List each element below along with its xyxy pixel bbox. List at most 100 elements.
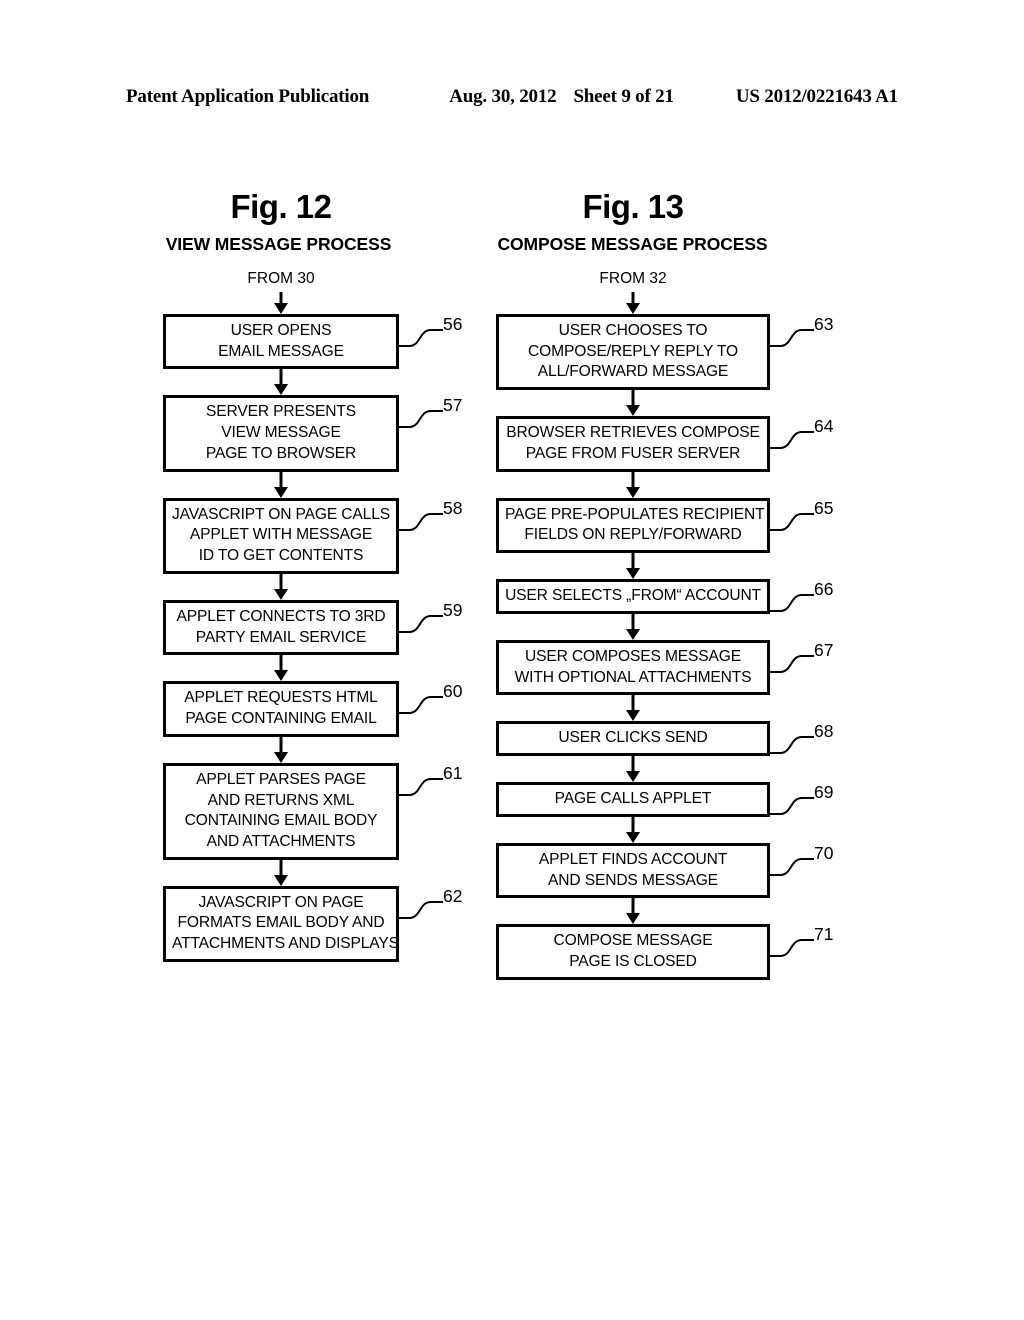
- flow-arrow-icon: [273, 573, 289, 600]
- process-box-line: PAGE CALLS APPLET: [554, 790, 712, 808]
- reference-leader: 57: [399, 397, 475, 441]
- flow-arrow-icon: [273, 859, 289, 886]
- reference-leader: 68: [770, 723, 846, 767]
- reference-number: 69: [814, 782, 834, 803]
- process-box[interactable]: JAVASCRIPT ON PAGE CALLS APPLET WITH MESS…: [163, 497, 399, 574]
- process-box-line: PARTY EMAIL SERVICE: [195, 628, 367, 646]
- process-box-line: USER SELECTS „FROM“ ACCOUNT: [505, 587, 761, 605]
- process-box[interactable]: COMPOSE MESSAGE PAGE IS CLOSED: [496, 924, 770, 980]
- process-box-line: AND ATTACHMENTS: [206, 833, 356, 851]
- leader-line-icon: [399, 512, 443, 531]
- process-step: JAVASCRIPT ON PAGE FORMATS EMAIL BODY AND…: [163, 885, 462, 962]
- process-step: PAGE PRE-POPULATES RECIPIENT FIELDS ON RE…: [496, 497, 833, 554]
- process-box-line: ID TO GET CONTENTS: [198, 547, 364, 565]
- reference-number: 60: [443, 681, 463, 702]
- process-box[interactable]: USER COMPOSES MESSAGE WITH OPTIONAL ATTAC…: [496, 639, 770, 696]
- reference-number: 57: [443, 395, 463, 416]
- process-box-line: JAVASCRIPT ON PAGE: [198, 893, 364, 911]
- reference-leader: 65: [770, 497, 846, 544]
- figure-13-subtitle: COMPOSE MESSAGE PROCESS: [497, 234, 768, 254]
- patent-page-header: Patent Application Publication Aug. 30, …: [126, 86, 898, 108]
- reference-number: 65: [814, 497, 834, 518]
- process-box[interactable]: APPLET REQUESTS HTML PAGE CONTAINING EMAI…: [163, 681, 399, 737]
- flow-arrow-icon: [625, 390, 641, 417]
- process-box-line: USER CLICKS SEND: [558, 729, 708, 747]
- process-box-line: FIELDS ON REPLY/FORWARD: [524, 526, 742, 544]
- flow-arrow-icon: [625, 553, 641, 580]
- process-box[interactable]: SERVER PRESENTS VIEW MESSAGE PAGE TO BROWS…: [163, 395, 399, 472]
- process-step: PAGE CALLS APPLET 69: [496, 782, 833, 817]
- process-box[interactable]: APPLET CONNECTS TO 3RD PARTY EMAIL SERVIC…: [163, 599, 399, 656]
- process-box[interactable]: USER CLICKS SEND: [496, 721, 770, 757]
- reference-number: 58: [443, 497, 463, 518]
- leader-line-icon: [770, 431, 814, 450]
- reference-number: 64: [814, 416, 834, 437]
- reference-leader: 64: [770, 418, 846, 462]
- process-box-line: SERVER PRESENTS: [206, 403, 356, 421]
- process-box[interactable]: USER CHOOSES TO COMPOSE/REPLY REPLY TO ALL…: [496, 314, 770, 391]
- flow-arrow-icon: [625, 756, 641, 783]
- flow-arrow-icon: [273, 655, 289, 682]
- process-box[interactable]: USER SELECTS „FROM“ ACCOUNT: [496, 579, 770, 614]
- flow-arrow-icon: [273, 471, 289, 498]
- process-box[interactable]: BROWSER RETRIEVES COMPOSE PAGE FROM FUSER…: [496, 416, 770, 472]
- leader-line-icon: [399, 900, 443, 919]
- process-box-line: APPLET WITH MESSAGE: [189, 526, 373, 544]
- flow-arrow-icon: [273, 369, 289, 396]
- leader-line-icon: [399, 410, 443, 429]
- flow-arrow-icon: [625, 816, 641, 843]
- reference-leader: 56: [399, 314, 475, 360]
- process-step: USER CHOOSES TO COMPOSE/REPLY REPLY TO ALL…: [496, 314, 833, 391]
- process-box[interactable]: USER OPENS EMAIL MESSAGE: [163, 314, 399, 370]
- process-box-line: PAGE PRE-POPULATES RECIPIENT: [505, 505, 765, 523]
- figure-13-entry-label: FROM 32: [599, 269, 667, 287]
- leader-line-icon: [770, 797, 814, 816]
- process-step: BROWSER RETRIEVES COMPOSE PAGE FROM FUSER…: [496, 416, 833, 472]
- reference-leader: 60: [399, 683, 475, 727]
- process-step: APPLET PARSES PAGE AND RETURNS XML CONTAIN…: [163, 762, 462, 860]
- reference-number: 56: [443, 314, 463, 334]
- process-box[interactable]: PAGE PRE-POPULATES RECIPIENT FIELDS ON RE…: [496, 497, 770, 554]
- process-box[interactable]: JAVASCRIPT ON PAGE FORMATS EMAIL BODY AND…: [163, 885, 399, 962]
- reference-number: 59: [443, 599, 463, 620]
- process-box-line: ALL/FORWARD MESSAGE: [537, 363, 729, 381]
- header-date-label: Aug. 30, 2012: [449, 86, 557, 107]
- leader-line-icon: [399, 696, 443, 715]
- figure-12-steps: USER OPENS EMAIL MESSAGE 56 SERVER PRESENTS…: [163, 314, 462, 962]
- process-box-line: APPLET REQUESTS HTML: [184, 689, 378, 707]
- process-box-line: WITH OPTIONAL ATTACHMENTS: [514, 668, 752, 686]
- process-box-line: APPLET FINDS ACCOUNT: [538, 850, 728, 868]
- process-box-line: CONTAINING EMAIL BODY: [184, 812, 378, 830]
- flow-arrow-icon: [625, 292, 641, 314]
- process-box-line: FORMATS EMAIL BODY AND: [177, 914, 385, 932]
- process-step: SERVER PRESENTS VIEW MESSAGE PAGE TO BROWS…: [163, 395, 462, 472]
- figure-12-subtitle: VIEW MESSAGE PROCESS: [165, 234, 392, 254]
- process-box-line: PAGE TO BROWSER: [205, 444, 357, 462]
- process-box[interactable]: APPLET PARSES PAGE AND RETURNS XML CONTAIN…: [163, 762, 399, 860]
- reference-number: 66: [814, 579, 834, 600]
- reference-number: 71: [814, 924, 834, 945]
- leader-line-icon: [770, 736, 814, 755]
- process-box[interactable]: PAGE CALLS APPLET: [496, 782, 770, 817]
- flow-arrow-icon: [273, 736, 289, 763]
- process-box[interactable]: APPLET FINDS ACCOUNT AND SENDS MESSAGE: [496, 842, 770, 899]
- flow-arrow-icon: [625, 695, 641, 722]
- process-box-line: BROWSER RETRIEVES COMPOSE: [506, 424, 760, 442]
- process-step: USER COMPOSES MESSAGE WITH OPTIONAL ATTAC…: [496, 639, 833, 696]
- reference-leader: 62: [399, 885, 475, 932]
- process-step: APPLET CONNECTS TO 3RD PARTY EMAIL SERVIC…: [163, 599, 462, 656]
- reference-leader: 71: [770, 926, 846, 970]
- reference-leader: 67: [770, 639, 846, 686]
- process-box-line: AND RETURNS XML: [207, 791, 355, 809]
- reference-number: 70: [814, 842, 834, 863]
- reference-number: 67: [814, 639, 834, 660]
- reference-leader: 69: [770, 784, 846, 828]
- process-step: USER OPENS EMAIL MESSAGE 56: [163, 314, 462, 370]
- reference-leader: 70: [770, 842, 846, 889]
- header-publication-label: Patent Application Publication: [126, 86, 370, 107]
- process-box-line: AND SENDS MESSAGE: [548, 871, 718, 889]
- process-step: JAVASCRIPT ON PAGE CALLS APPLET WITH MESS…: [163, 497, 462, 574]
- reference-leader: 58: [399, 497, 475, 544]
- reference-number: 62: [443, 885, 463, 906]
- process-box-line: COMPOSE MESSAGE: [553, 932, 713, 950]
